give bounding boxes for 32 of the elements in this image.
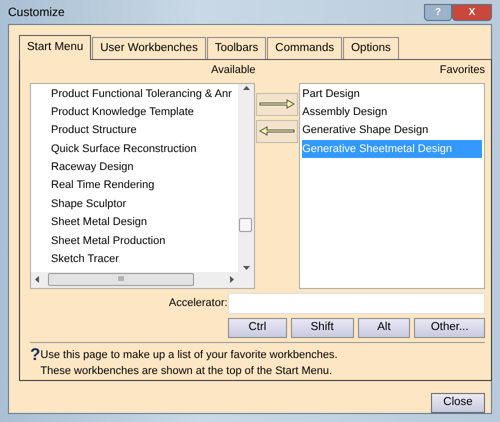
- list-item[interactable]: Real Time Rendering: [51, 176, 238, 195]
- modifier-button[interactable]: Alt: [358, 318, 410, 338]
- list-item[interactable]: Shape Sculptor: [51, 194, 238, 214]
- tab[interactable]: Start Menu: [19, 35, 92, 60]
- list-item[interactable]: Quick Surface Reconstruction: [51, 140, 238, 158]
- list-item[interactable]: Sheet Metal Production: [51, 232, 238, 250]
- list-item[interactable]: Generative Shape Design: [302, 121, 482, 140]
- help-text: These workbenches are shown at the top of the Start Menu.: [40, 364, 334, 379]
- tab[interactable]: Commands: [267, 37, 342, 59]
- list-item[interactable]: Part Design: [302, 84, 482, 103]
- modifier-button[interactable]: Other...: [414, 318, 485, 338]
- tab[interactable]: Toolbars: [206, 37, 266, 59]
- field-label: Accelerator:: [168, 296, 228, 309]
- favorites-list[interactable]: Part Design Assembly Design Generative Shape Design Generative Sheetmetal Design: [299, 82, 485, 288]
- modifier-button[interactable]: Shift: [290, 318, 354, 338]
- list-item[interactable]: Product Knowledge Template: [51, 102, 238, 122]
- list-item[interactable]: Sheet Metal Design: [51, 213, 238, 232]
- list-item[interactable]: Sketch Tracer: [51, 250, 238, 268]
- close-button[interactable]: Close: [431, 393, 485, 413]
- list-heading: Favorites: [440, 64, 485, 76]
- window-title: Customize: [8, 4, 65, 21]
- list-item[interactable]: Raceway Design: [51, 158, 238, 176]
- help-text: Use this page to make up a list of your favorite workbenches.: [40, 348, 338, 362]
- close-button[interactable]: X: [452, 4, 492, 20]
- modifier-button[interactable]: Ctrl: [228, 318, 287, 338]
- tab[interactable]: Options: [343, 37, 399, 59]
- list-item[interactable]: Assembly Design: [302, 102, 482, 122]
- list-item[interactable]: Product Structure: [51, 121, 238, 140]
- list-item[interactable]: Product Functional Tolerancing & Anr: [51, 84, 238, 103]
- tab[interactable]: User Workbenches: [92, 37, 206, 59]
- help-icon: ?: [30, 346, 40, 380]
- list-heading: Available: [211, 64, 256, 76]
